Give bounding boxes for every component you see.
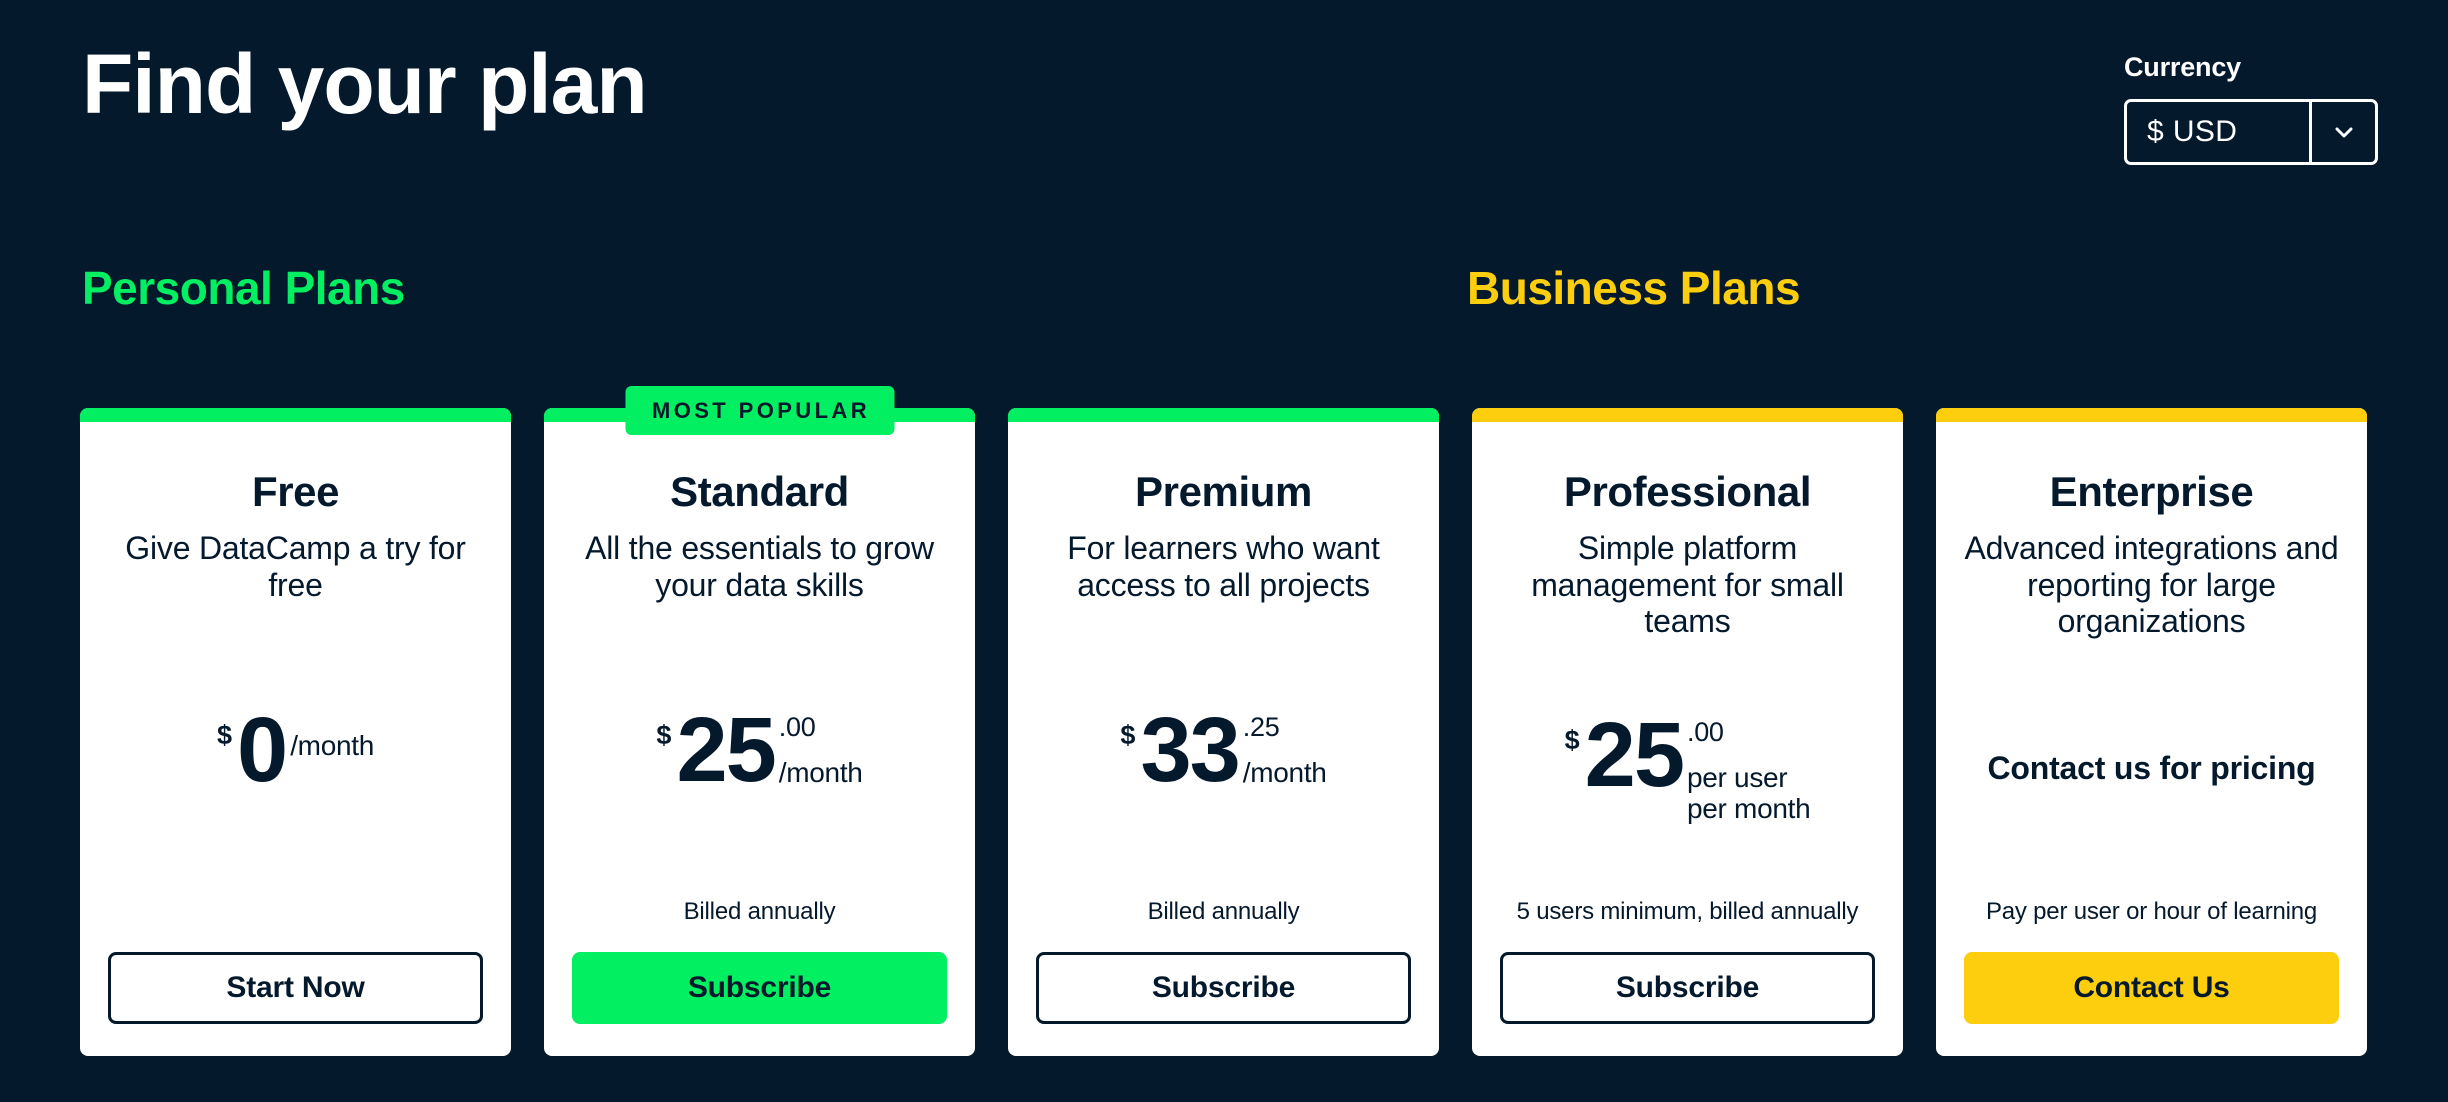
- price-suffix: .00 per user per month: [1687, 713, 1811, 825]
- plan-card-enterprise: Enterprise Advanced integrations and rep…: [1936, 408, 2367, 1056]
- plan-billing-note: Billed annually: [1147, 898, 1300, 925]
- plan-price-area: Contact us for pricing: [1964, 640, 2339, 899]
- plan-description: Give DataCamp a try for free: [125, 530, 466, 603]
- currency-select[interactable]: $ USD: [2124, 99, 2378, 165]
- price-period: per user per month: [1687, 761, 1811, 825]
- currency-dropdown-toggle[interactable]: [2309, 102, 2375, 162]
- price-cents: .00: [1687, 716, 1724, 747]
- price-amount: 25: [1584, 703, 1685, 806]
- plan-price: $ 25 .00 /month: [656, 699, 863, 802]
- plan-cta-button[interactable]: Subscribe: [1036, 952, 1411, 1024]
- price-suffix: .25 /month: [1242, 708, 1327, 789]
- plan-billing-note: Billed annually: [683, 898, 836, 925]
- page-title: Find your plan: [82, 37, 648, 131]
- plan-price-area: $ 25 .00 /month: [572, 603, 947, 898]
- price-period: /month: [290, 730, 374, 762]
- plan-price-area: $ 25 .00 per user per month: [1500, 640, 1875, 899]
- plan-title: Premium: [1135, 468, 1312, 515]
- plan-title: Free: [251, 468, 340, 515]
- plan-card-premium: Premium For learners who want access to …: [1008, 408, 1439, 1056]
- price-suffix: /month: [290, 708, 374, 761]
- plan-description: All the essentials to grow your data ski…: [585, 530, 934, 603]
- plan-price-area: $ 0 /month: [108, 603, 483, 898]
- price-amount: 33: [1140, 699, 1240, 802]
- price-currency-symbol: $: [1564, 724, 1580, 755]
- plan-description: For learners who want access to all proj…: [1067, 530, 1380, 603]
- plan-cta-button[interactable]: Subscribe: [1500, 952, 1875, 1024]
- plan-billing-note: Pay per user or hour of learning: [1985, 898, 2318, 925]
- plan-price: $ 33 .25 /month: [1120, 699, 1327, 802]
- price-period: /month: [1242, 757, 1327, 789]
- plan-title: Enterprise: [2049, 468, 2254, 515]
- plan-description: Advanced integrations and reporting for …: [1964, 530, 2339, 640]
- price-cents: .00: [778, 712, 816, 743]
- plan-cta-button[interactable]: Subscribe: [572, 952, 947, 1024]
- currency-selector-group: Currency $ USD: [2124, 52, 2378, 165]
- price-suffix: .00 /month: [778, 708, 863, 789]
- price-currency-symbol: $: [656, 720, 672, 751]
- chevron-down-icon: [2335, 127, 2352, 138]
- plan-cta-button[interactable]: Start Now: [108, 952, 483, 1024]
- plan-card-free: Free Give DataCamp a try for free $ 0 /m…: [80, 408, 511, 1056]
- price-currency-symbol: $: [1120, 720, 1136, 751]
- card-accent-bar: [1936, 408, 2367, 422]
- plan-contact-pricing-text: Contact us for pricing: [1987, 750, 2316, 787]
- price-period: /month: [778, 757, 863, 789]
- section-heading-personal: Personal Plans: [82, 262, 405, 314]
- price-cents: .25: [1242, 712, 1280, 743]
- most-popular-badge: MOST POPULAR: [624, 386, 895, 435]
- plan-price-area: $ 33 .25 /month: [1036, 603, 1411, 898]
- plan-card-standard: MOST POPULAR Standard All the essentials…: [544, 386, 975, 1056]
- plan-billing-note: 5 users minimum, billed annually: [1516, 898, 1859, 925]
- plan-card-professional: Professional Simple platform management …: [1472, 408, 1903, 1056]
- card-accent-bar: [1472, 408, 1903, 422]
- plan-title: Standard: [670, 468, 849, 515]
- price-currency-symbol: $: [216, 720, 233, 751]
- card-accent-bar: [1008, 408, 1439, 422]
- plan-price: $ 25 .00 per user per month: [1564, 703, 1811, 825]
- section-heading-business: Business Plans: [1467, 262, 1801, 314]
- currency-label: Currency: [2124, 52, 2241, 82]
- plan-price: $ 0 /month: [216, 699, 374, 802]
- currency-selected-value[interactable]: $ USD: [2127, 102, 2309, 162]
- plan-description: Simple platform management for small tea…: [1531, 530, 1844, 640]
- price-amount: 0: [237, 699, 288, 802]
- plan-title: Professional: [1563, 468, 1812, 515]
- card-accent-bar: [80, 408, 511, 422]
- plan-cards-row: Free Give DataCamp a try for free $ 0 /m…: [80, 386, 2368, 1056]
- price-amount: 25: [676, 699, 776, 802]
- pricing-page: Find your plan Currency $ USD Personal P…: [0, 0, 2448, 1102]
- plan-cta-button[interactable]: Contact Us: [1964, 952, 2339, 1024]
